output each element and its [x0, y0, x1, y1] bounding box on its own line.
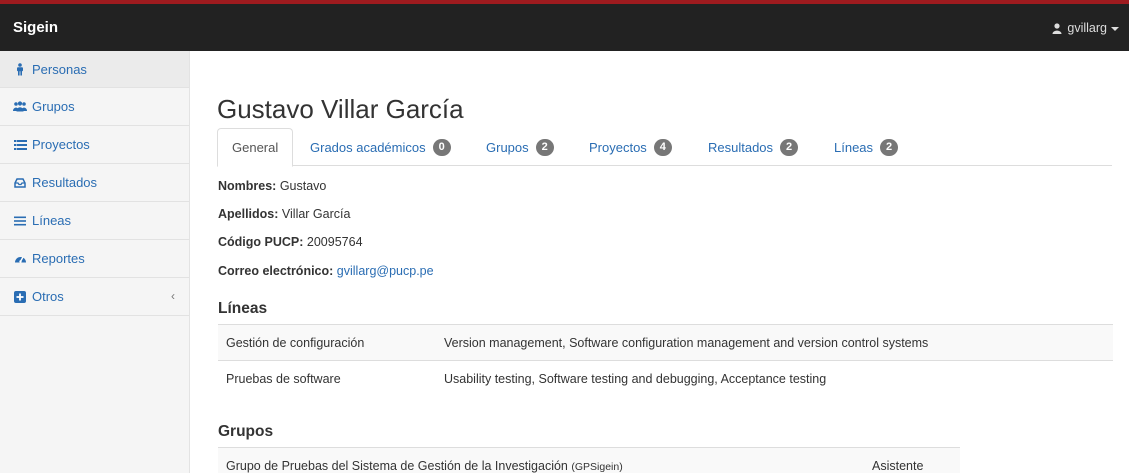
user-icon — [1052, 22, 1062, 34]
gauge-icon — [13, 252, 27, 266]
user-name: gvillarg — [1067, 21, 1107, 35]
sidebar-item-label: Reportes — [32, 251, 85, 266]
table-cell: Pruebas de software — [218, 360, 436, 397]
sidebar: Personas Grupos Proyectos Resultados Lín… — [0, 51, 190, 473]
field-value: 20095764 — [306, 235, 363, 249]
sidebar-item-lineas[interactable]: Líneas — [0, 202, 189, 240]
sidebar-item-grupos[interactable]: Grupos — [0, 88, 189, 126]
tab-grados-academicos[interactable]: Grados académicos 0 — [310, 128, 451, 166]
tab-resultados[interactable]: Resultados 2 — [708, 128, 799, 166]
field-label: Correo electrónico: — [218, 264, 334, 278]
field-label: Nombres: — [218, 179, 277, 193]
tab-label: Proyectos — [589, 139, 647, 155]
table-cell: Gestión de configuración — [218, 324, 436, 361]
table-cell: Asistente — [864, 447, 960, 473]
tab-label: General — [232, 140, 279, 155]
table-row: Pruebas de software Usability testing, S… — [218, 360, 1113, 397]
field-label: Código PUCP: — [218, 235, 304, 249]
count-badge: 2 — [880, 138, 899, 156]
tab-label: Líneas — [834, 139, 874, 155]
sidebar-item-personas[interactable]: Personas — [0, 51, 189, 88]
chevron-left-icon[interactable]: ‹ — [171, 289, 175, 303]
tab-bar: General Grados académicos 0 Grupos 2 Pro… — [217, 128, 1112, 167]
table-row: Grupo de Pruebas del Sistema de Gestión … — [218, 447, 960, 473]
email-link[interactable]: gvillarg@pucp.pe — [337, 264, 434, 278]
group-abbr: (GPSigein) — [571, 460, 623, 473]
grupos-table: Grupo de Pruebas del Sistema de Gestión … — [218, 447, 960, 473]
sidebar-item-label: Resultados — [32, 175, 98, 190]
inbox-icon — [13, 176, 27, 190]
tab-label: Resultados — [708, 139, 774, 155]
tab-general[interactable]: General — [217, 128, 294, 167]
field-value: Villar García — [281, 207, 351, 221]
navbar: Sigein gvillarg — [0, 4, 1129, 51]
field-nombres: Nombres: Gustavo — [218, 179, 326, 193]
sidebar-item-otros[interactable]: Otros ‹ — [0, 278, 189, 316]
field-label: Apellidos: — [218, 207, 279, 221]
user-menu[interactable]: gvillarg — [1052, 21, 1119, 35]
caret-down-icon — [1111, 26, 1119, 31]
plus-square-icon — [13, 290, 27, 304]
table-cell: Version management, Software configurati… — [436, 324, 1113, 361]
section-heading-grupos: Grupos — [218, 423, 274, 440]
tab-grupos[interactable]: Grupos 2 — [486, 128, 554, 166]
sidebar-item-label: Personas — [32, 61, 87, 77]
sidebar-item-reportes[interactable]: Reportes — [0, 240, 189, 278]
lineas-table: Gestión de configuración Version managem… — [218, 324, 1113, 397]
bars-icon — [13, 214, 27, 228]
count-badge: 2 — [780, 138, 799, 156]
count-badge: 0 — [432, 138, 451, 156]
tab-label: Grupos — [486, 139, 529, 155]
tab-lineas[interactable]: Líneas 2 — [834, 128, 899, 166]
field-codigo-pucp: Código PUCP: 20095764 — [218, 235, 363, 249]
group-name: Grupo de Pruebas del Sistema de Gestión … — [226, 458, 568, 473]
tab-proyectos[interactable]: Proyectos 4 — [589, 128, 672, 166]
table-cell: Grupo de Pruebas del Sistema de Gestión … — [218, 447, 864, 473]
brand-link[interactable]: Sigein — [13, 19, 58, 36]
count-badge: 4 — [653, 138, 672, 156]
main-content: Gustavo Villar García General Grados aca… — [190, 51, 1129, 473]
sidebar-item-label: Otros — [32, 289, 64, 304]
field-correo: Correo electrónico: gvillarg@pucp.pe — [218, 264, 434, 278]
list-icon — [13, 138, 27, 152]
sidebar-item-label: Proyectos — [32, 137, 90, 152]
sidebar-item-resultados[interactable]: Resultados — [0, 164, 189, 202]
page-title: Gustavo Villar García — [217, 94, 464, 124]
sidebar-item-label: Líneas — [32, 213, 72, 228]
table-cell: Usability testing, Software testing and … — [436, 360, 1113, 397]
field-apellidos: Apellidos: Villar García — [218, 207, 350, 221]
tab-label: Grados académicos — [310, 139, 426, 155]
field-value: Gustavo — [279, 179, 327, 193]
table-row: Gestión de configuración Version managem… — [218, 324, 1113, 361]
sidebar-item-proyectos[interactable]: Proyectos — [0, 126, 189, 164]
users-icon — [13, 100, 27, 114]
person-icon — [13, 62, 27, 76]
sidebar-item-label: Grupos — [32, 99, 75, 114]
section-heading-lineas: Líneas — [218, 300, 268, 317]
count-badge: 2 — [535, 138, 554, 156]
